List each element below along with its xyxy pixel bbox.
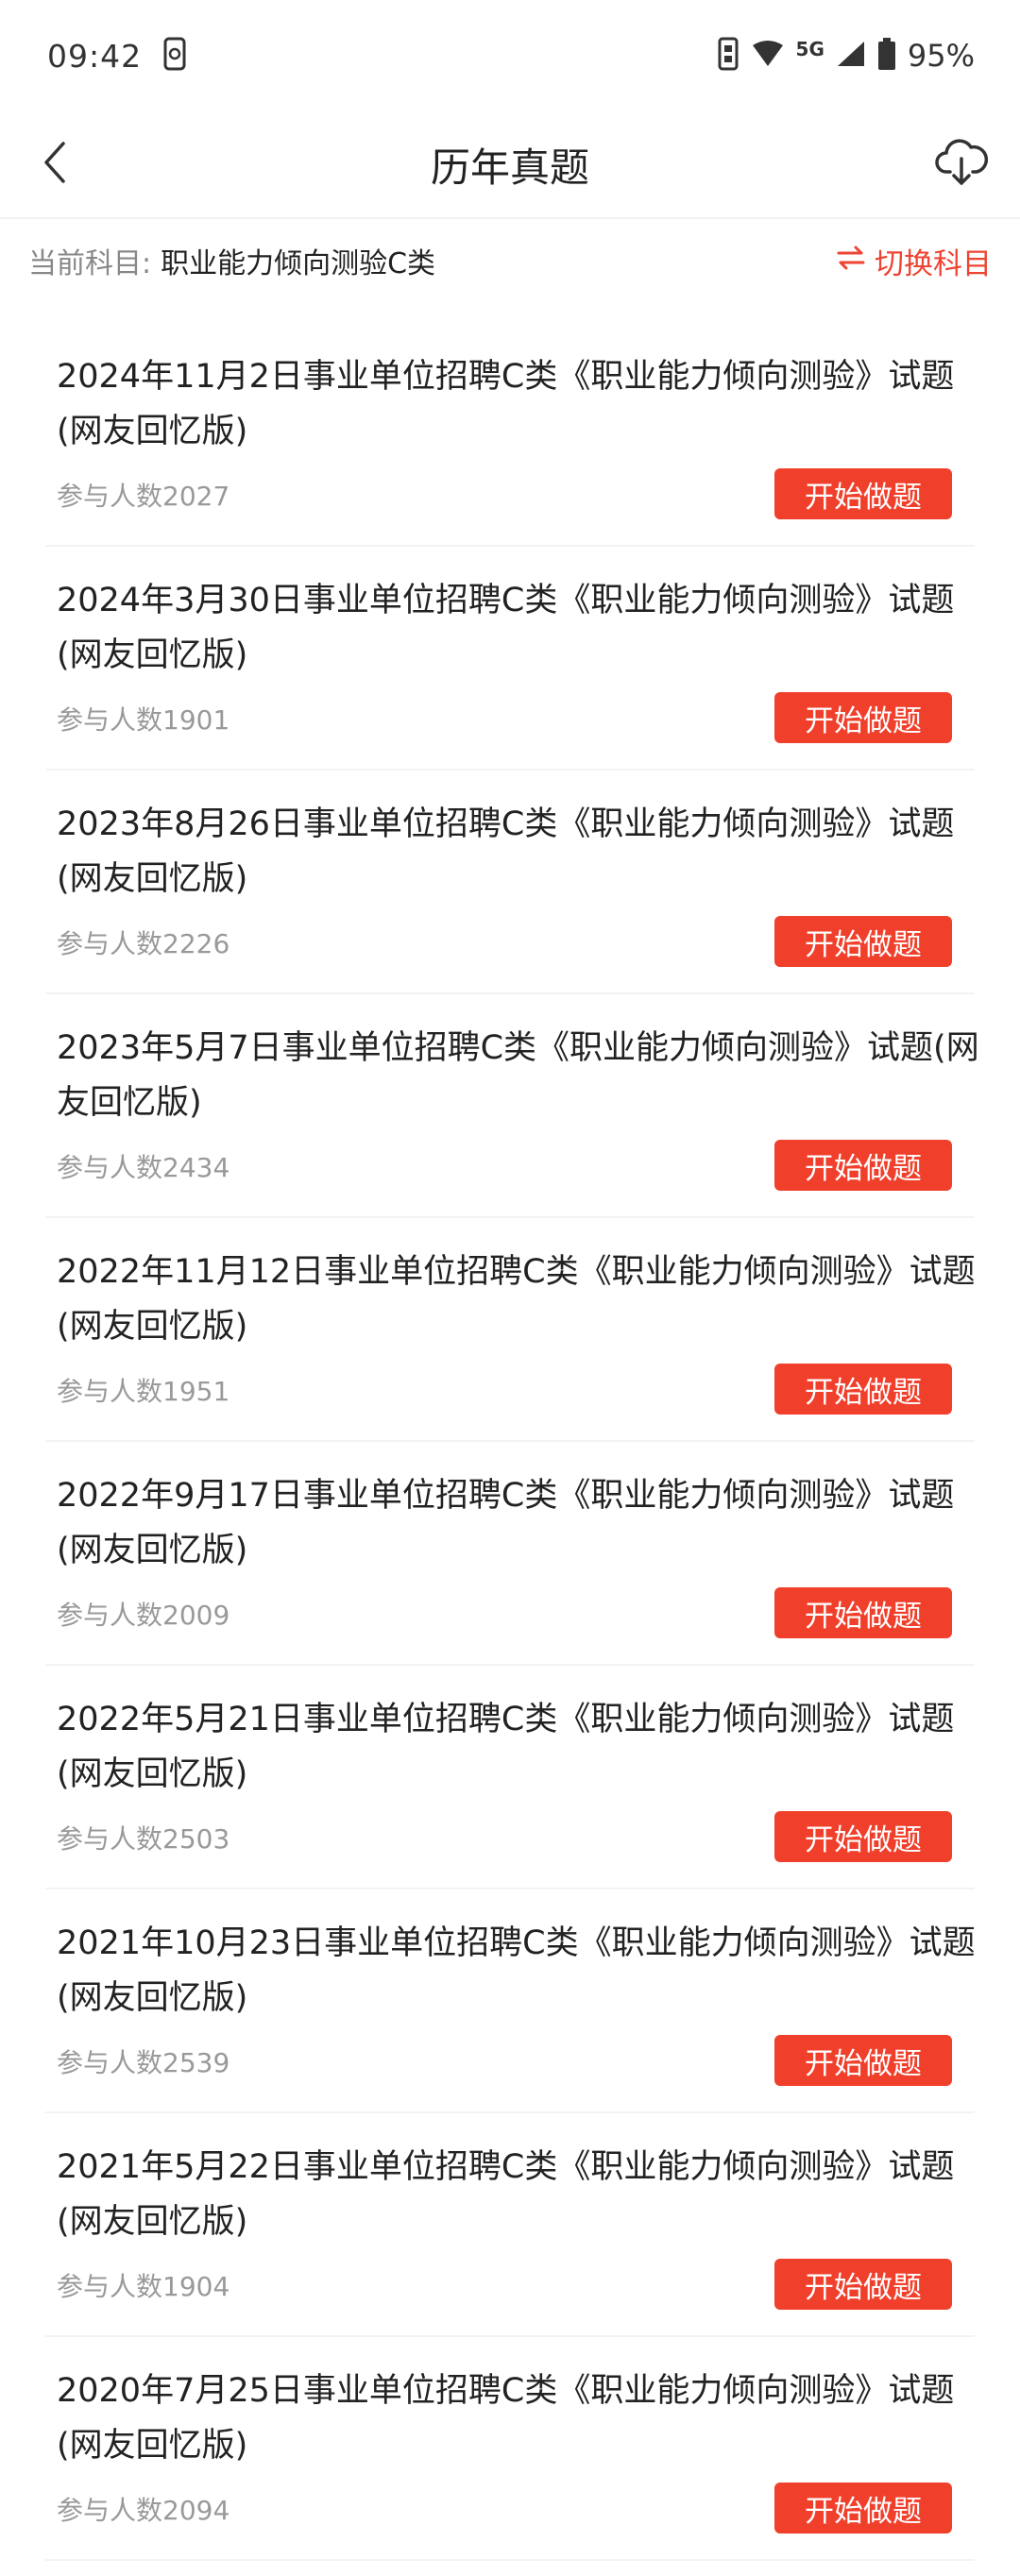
item-title: 2022年5月21日事业单位招聘C类《职业能力倾向测验》试题(网友回忆版)	[57, 1701, 955, 1793]
start-practice-button[interactable]: 开始做题	[774, 1140, 952, 1191]
nav-bar: 历年真题	[0, 111, 1020, 217]
item-title: 2024年3月30日事业单位招聘C类《职业能力倾向测验》试题(网友回忆版)	[57, 582, 955, 674]
wifi-icon	[751, 40, 785, 72]
signal-icon	[836, 40, 866, 72]
battery-percent: 95%	[907, 38, 975, 74]
start-practice-button[interactable]: 开始做题	[774, 916, 952, 967]
item-title: 2021年10月23日事业单位招聘C类《职业能力倾向测验》试题(网友回忆版)	[57, 1924, 976, 2017]
subject-label: 当前科目:	[28, 247, 152, 280]
item-participant-count: 参与人数1904	[57, 2271, 230, 2302]
list-item[interactable]: 2021年5月22日事业单位招聘C类《职业能力倾向测验》试题(网友回忆版) 参与…	[45, 2113, 975, 2337]
item-participant-count: 参与人数1901	[57, 704, 230, 736]
item-title: 2023年8月26日事业单位招聘C类《职业能力倾向测验》试题(网友回忆版)	[57, 805, 955, 898]
network-type: 5G	[795, 38, 824, 60]
item-title: 2024年11月2日事业单位招聘C类《职业能力倾向测验》试题(网友回忆版)	[57, 358, 955, 450]
list-item[interactable]: 2020年7月25日事业单位招聘C类《职业能力倾向测验》试题(网友回忆版) 参与…	[45, 2337, 975, 2561]
exam-list: 2024年11月2日事业单位招聘C类《职业能力倾向测验》试题(网友回忆版) 参与…	[0, 323, 1020, 2561]
list-item[interactable]: 2022年5月21日事业单位招聘C类《职业能力倾向测验》试题(网友回忆版) 参与…	[45, 1666, 975, 1890]
download-button[interactable]	[931, 134, 992, 195]
battery-icon	[877, 38, 896, 74]
subject-bar: 当前科目: 职业能力倾向测验C类 切换科目	[0, 217, 1020, 302]
subject-value: 职业能力倾向测验C类	[161, 247, 436, 280]
switch-arrows-icon	[837, 245, 865, 279]
start-practice-button[interactable]: 开始做题	[774, 2259, 952, 2310]
list-item[interactable]: 2022年9月17日事业单位招聘C类《职业能力倾向测验》试题(网友回忆版) 参与…	[45, 1442, 975, 1666]
start-practice-button[interactable]: 开始做题	[774, 468, 952, 519]
back-button[interactable]	[28, 138, 81, 191]
item-participant-count: 参与人数2539	[57, 2047, 230, 2078]
list-item[interactable]: 2024年11月2日事业单位招聘C类《职业能力倾向测验》试题(网友回忆版) 参与…	[45, 323, 975, 547]
list-item[interactable]: 2022年11月12日事业单位招聘C类《职业能力倾向测验》试题(网友回忆版) 参…	[45, 1218, 976, 1442]
phone-sync-icon	[162, 37, 187, 75]
list-item[interactable]: 2021年10月23日事业单位招聘C类《职业能力倾向测验》试题(网友回忆版) 参…	[45, 1890, 976, 2113]
start-practice-button[interactable]: 开始做题	[774, 2035, 952, 2086]
page-title: 历年真题	[430, 144, 589, 191]
start-practice-button[interactable]: 开始做题	[774, 1587, 952, 1638]
item-title: 2022年11月12日事业单位招聘C类《职业能力倾向测验》试题(网友回忆版)	[57, 1253, 976, 1346]
switch-subject-label: 切换科目	[875, 247, 992, 281]
list-item[interactable]: 2024年3月30日事业单位招聘C类《职业能力倾向测验》试题(网友回忆版) 参与…	[45, 547, 975, 771]
item-participant-count: 参与人数2027	[57, 481, 230, 512]
item-participant-count: 参与人数1951	[57, 1376, 230, 1407]
item-participant-count: 参与人数2434	[57, 1152, 230, 1183]
start-practice-button[interactable]: 开始做题	[774, 2483, 952, 2534]
start-practice-button[interactable]: 开始做题	[774, 1811, 952, 1862]
vibrate-icon	[717, 37, 740, 75]
item-title: 2020年7月25日事业单位招聘C类《职业能力倾向测验》试题(网友回忆版)	[57, 2372, 955, 2465]
switch-subject-button[interactable]: 切换科目	[837, 240, 992, 282]
item-participant-count: 参与人数2094	[57, 2495, 230, 2526]
back-chevron-icon	[41, 140, 69, 189]
item-participant-count: 参与人数2503	[57, 1823, 230, 1855]
item-participant-count: 参与人数2226	[57, 928, 230, 959]
item-title: 2022年9月17日事业单位招聘C类《职业能力倾向测验》试题(网友回忆版)	[57, 1477, 955, 1569]
list-item[interactable]: 2023年8月26日事业单位招聘C类《职业能力倾向测验》试题(网友回忆版) 参与…	[45, 771, 975, 994]
status-bar: 09:42 5G 95%	[0, 0, 1020, 111]
start-practice-button[interactable]: 开始做题	[774, 1364, 952, 1415]
cloud-download-icon	[935, 138, 989, 191]
item-title: 2023年5月7日事业单位招聘C类《职业能力倾向测验》试题(网友回忆版)	[57, 1029, 979, 1122]
item-title: 2021年5月22日事业单位招聘C类《职业能力倾向测验》试题(网友回忆版)	[57, 2148, 955, 2241]
status-time: 09:42	[47, 37, 143, 75]
item-participant-count: 参与人数2009	[57, 1600, 230, 1631]
start-practice-button[interactable]: 开始做题	[774, 692, 952, 743]
list-item[interactable]: 2023年5月7日事业单位招聘C类《职业能力倾向测验》试题(网友回忆版) 参与人…	[45, 994, 979, 1218]
